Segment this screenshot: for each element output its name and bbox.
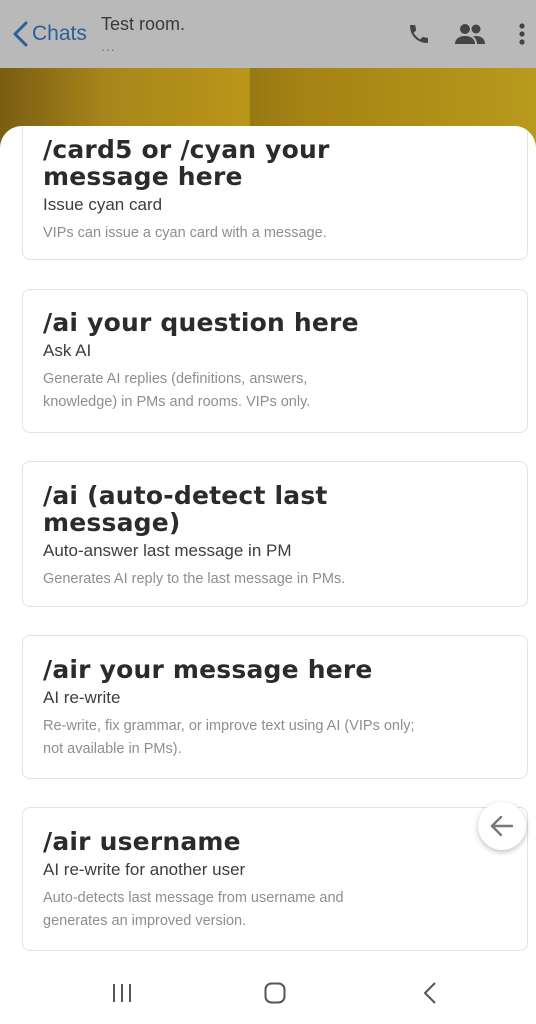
command-title: Auto-answer last message in PM <box>43 541 292 560</box>
command-description: Generates AI reply to the last message i… <box>43 571 346 587</box>
command-title: Issue cyan card <box>43 195 163 214</box>
chevron-left-icon <box>13 21 28 47</box>
home-button[interactable] <box>262 980 288 1006</box>
command-description: Generate AI replies (definitions, answer… <box>43 371 311 410</box>
command-syntax: /ai your question here <box>43 308 359 337</box>
command-title: AI re-write for another user <box>43 860 246 879</box>
command-card[interactable]: /air username AI re-write for another us… <box>22 807 528 951</box>
room-title[interactable]: Test room. <box>101 14 185 35</box>
command-syntax: /air username <box>43 827 241 856</box>
back-arrow-button[interactable] <box>478 802 526 850</box>
back-to-chats-button[interactable]: Chats <box>10 18 87 50</box>
more-options-button[interactable] <box>510 20 534 48</box>
back-label: Chats <box>32 22 87 45</box>
command-description: Re-write, fix grammar, or improve text u… <box>43 718 415 757</box>
command-card[interactable]: /ai (auto-detect last message) Auto-answ… <box>22 461 528 607</box>
room-subtitle: ... <box>101 38 116 54</box>
command-syntax: /ai (auto-detect last message) <box>43 481 328 537</box>
more-vertical-icon <box>519 23 525 45</box>
recent-apps-button[interactable] <box>108 980 136 1006</box>
command-card[interactable]: /air your message here AI re-write Re-wr… <box>22 635 528 779</box>
command-title: AI re-write <box>43 688 121 707</box>
command-card[interactable]: /ai your question here Ask AI Generate A… <box>22 289 528 433</box>
people-icon <box>455 24 485 44</box>
command-title: Ask AI <box>43 341 92 360</box>
back-icon <box>424 982 436 1004</box>
recent-apps-icon <box>113 984 131 1002</box>
system-navigation-bar <box>0 960 536 1024</box>
command-description: Auto-detects last message from username … <box>43 890 344 929</box>
command-syntax: /card5 or /cyan your message here <box>43 135 330 191</box>
nav-back-button[interactable] <box>418 980 442 1006</box>
command-description: VIPs can issue a cyan card with a messag… <box>43 225 327 241</box>
commands-sheet: /card5 or /cyan your message here Issue … <box>0 126 536 956</box>
phone-icon <box>410 25 428 43</box>
command-syntax: /air your message here <box>43 655 373 684</box>
arrow-left-icon <box>490 815 514 837</box>
chat-header: Chats Test room. ... <box>0 0 536 68</box>
command-card[interactable]: /card5 or /cyan your message here Issue … <box>22 126 528 260</box>
members-button[interactable] <box>452 20 488 48</box>
home-icon <box>264 982 286 1004</box>
call-button[interactable] <box>404 20 434 48</box>
